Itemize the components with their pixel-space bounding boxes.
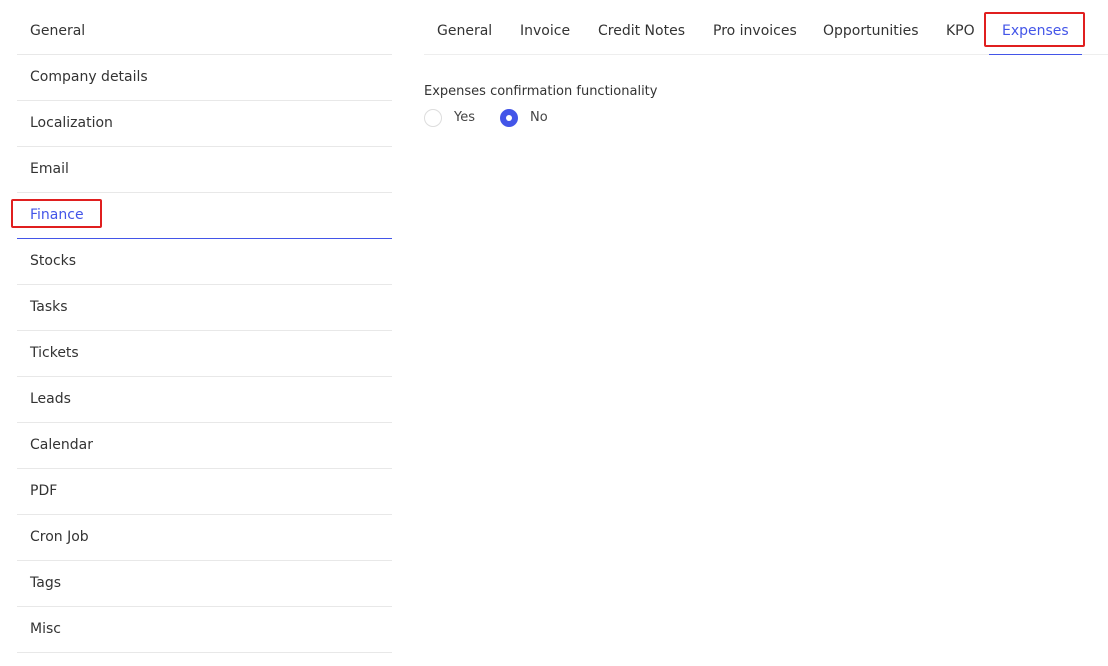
settings-page: General Company details Localization Ema… (0, 0, 1108, 666)
sidebar-item-tags[interactable]: Tags (17, 561, 392, 607)
radio-no[interactable] (500, 109, 518, 127)
sidebar-item-label: Tags (30, 575, 61, 591)
active-tab-underline (989, 54, 1082, 55)
sidebar-item-label: Tickets (30, 345, 79, 361)
sidebar-item-label: Localization (30, 115, 113, 131)
tab-invoice[interactable]: Invoice (520, 9, 570, 54)
sidebar-item-finance[interactable]: Finance (11, 193, 392, 239)
tab-label: KPO (946, 23, 975, 39)
tab-label: Pro invoices (713, 23, 797, 39)
sidebar-item-calendar[interactable]: Calendar (17, 423, 392, 469)
sidebar-item-misc[interactable]: Misc (17, 607, 392, 653)
sidebar-item-tasks[interactable]: Tasks (17, 285, 392, 331)
sidebar-item-label: Cron Job (30, 529, 89, 545)
tab-label: Opportunities (823, 23, 919, 39)
expenses-confirmation-label: Expenses confirmation functionality (424, 84, 658, 99)
radio-checked-dot (506, 115, 512, 121)
sidebar-item-label: Finance (30, 207, 84, 223)
tab-label: Credit Notes (598, 23, 685, 39)
sidebar-item-localization[interactable]: Localization (17, 101, 392, 147)
sidebar-item-label: Misc (30, 621, 61, 637)
sidebar-item-tickets[interactable]: Tickets (17, 331, 392, 377)
radio-label-yes: Yes (454, 110, 475, 125)
tab-label: General (437, 23, 493, 39)
tab-general[interactable]: General (437, 9, 492, 54)
sidebar-item-stocks[interactable]: Stocks (17, 239, 392, 285)
sidebar-item-email[interactable]: Email (17, 147, 392, 193)
sidebar-item-general[interactable]: General (17, 9, 392, 55)
tab-credit-notes[interactable]: Credit Notes (598, 9, 685, 54)
settings-sidebar: General Company details Localization Ema… (11, 9, 392, 653)
tab-opportunities[interactable]: Opportunities (823, 9, 919, 54)
sidebar-item-label: General (30, 23, 86, 39)
radio-yes[interactable] (424, 109, 442, 127)
finance-tabs: General Invoice Credit Notes Pro invoice… (424, 9, 1108, 55)
sidebar-item-cron-job[interactable]: Cron Job (17, 515, 392, 561)
sidebar-item-label: Calendar (30, 437, 93, 453)
tab-label: Invoice (520, 23, 571, 39)
sidebar-item-label: Company details (30, 69, 148, 85)
sidebar-item-label: Stocks (30, 253, 77, 269)
tab-kpo[interactable]: KPO (946, 9, 975, 54)
tab-expenses[interactable]: Expenses (984, 9, 1085, 55)
sidebar-item-leads[interactable]: Leads (17, 377, 392, 423)
tab-pro-invoices[interactable]: Pro invoices (713, 9, 797, 54)
tab-label: Expenses (1002, 23, 1069, 39)
sidebar-item-company-details[interactable]: Company details (17, 55, 392, 101)
sidebar-item-label: Leads (30, 391, 71, 407)
sidebar-item-pdf[interactable]: PDF (17, 469, 392, 515)
sidebar-item-label: PDF (30, 483, 58, 499)
radio-label-no: No (530, 110, 548, 125)
sidebar-item-label: Tasks (30, 299, 68, 315)
sidebar-item-label: Email (30, 161, 69, 177)
